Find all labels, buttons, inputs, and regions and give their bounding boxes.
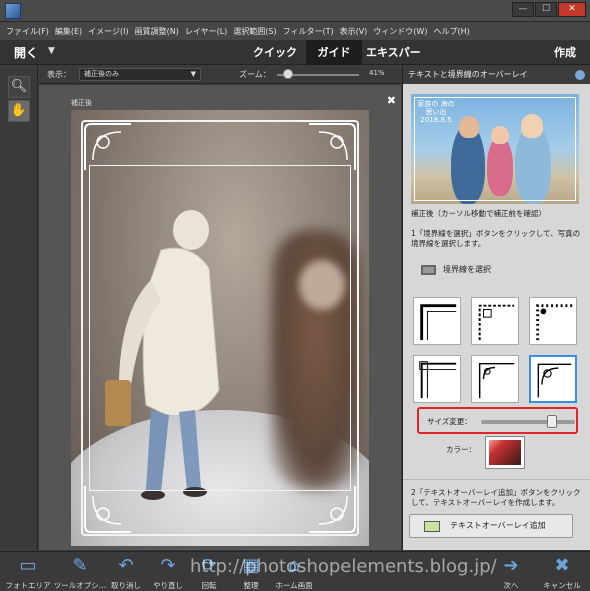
size-control-highlight: サイズ変更： [417,407,578,434]
color-label: カラー： [446,445,476,454]
canvas-area: 補正後 ✖ [39,85,401,550]
menu-window[interactable]: ウィンドウ(W) [373,26,427,37]
tool-strip: 🔍︎ ✋ [0,66,38,550]
zoom-label: ズーム： [239,70,271,79]
zoom-value: 41% [369,69,385,77]
title-bar: — ☐ ✕ [0,0,590,22]
border-select-icon[interactable] [421,265,436,275]
view-options-bar: 表示： 補正後のみ ▼ ズーム： 41% [39,66,401,84]
next-button[interactable]: ➔ 次へ [483,554,539,591]
app-logo-icon [5,3,21,19]
size-slider-knob[interactable] [547,415,557,428]
home-icon: ⌂ [288,555,300,576]
menu-layer[interactable]: レイヤー(L) [185,26,227,37]
create-button[interactable]: 作成 [554,44,576,60]
color-swatch-button[interactable] [485,436,525,469]
maximize-button[interactable]: ☐ [535,2,557,17]
border-option-4[interactable] [413,355,461,403]
menu-edit[interactable]: 編集(E) [55,26,82,37]
panel-divider [403,479,590,480]
corner-ornament-icon [81,120,135,174]
view-select-value: 補正後のみ [84,70,119,78]
menu-file[interactable]: ファイル(F) [6,26,49,37]
tab-quick[interactable]: クイック [244,40,306,65]
chevron-down-icon: ▼ [190,70,196,78]
help-icon[interactable] [575,70,585,80]
border-option-2[interactable] [471,297,519,345]
open-button[interactable]: 開く [14,44,38,61]
color-swatch-gradient [489,440,521,465]
corner-ornament-icon [81,482,135,536]
minimize-button[interactable]: — [512,2,534,17]
view-label: 表示： [47,70,71,79]
menu-help[interactable]: ヘルプ(H) [433,26,469,37]
size-label: サイズ変更： [427,417,472,426]
tab-guided[interactable]: ガイド [306,40,362,65]
border-select-label[interactable]: 境界線を選択 [443,264,491,275]
menu-filter[interactable]: フィルター(T) [283,26,334,37]
menu-image[interactable]: イメージ(I) [88,26,128,37]
add-text-overlay-label: テキストオーバーレイ追加 [450,521,546,530]
photo-canvas[interactable] [71,110,369,546]
close-window-button[interactable]: ✕ [558,2,586,17]
zoom-slider-knob[interactable] [283,69,293,79]
size-slider-track[interactable] [481,420,575,424]
next-arrow-icon: ➔ [503,555,519,576]
guided-panel: テキストと境界線のオーバーレイ 家族の 海の 思い出 2018.8.5 補正後（… [402,66,590,550]
mode-bar: 開く ▼ クイック ガイド エキスパート 作成 [0,40,590,84]
bottom-bar: ▭ フォトエリア ✎ ツールオプシ… ↶ 取り消し ↷ やり直し ⟳ 回転 ▦ 整理 ⌂ ホー… [0,551,590,591]
menu-view[interactable]: 表示(V) [340,26,368,37]
add-text-overlay-button[interactable]: テキストオーバーレイ追加 [409,514,573,538]
photo-bin-icon: ▭ [19,555,37,576]
panel-title: テキストと境界線のオーバーレイ [408,70,528,79]
menu-enhance[interactable]: 画質調整(N) [135,26,179,37]
border-option-3[interactable] [529,297,577,345]
view-select[interactable]: 補正後のみ ▼ [79,68,201,81]
photo-bin-button[interactable]: ▭ フォトエリア [0,554,56,591]
cancel-button[interactable]: ✖ キャンセル [534,554,590,591]
corner-ornament-icon [305,482,359,536]
cancel-icon: ✖ [554,555,570,576]
open-dropdown-icon[interactable]: ▼ [48,46,55,56]
preview-caption: 補正後（カーソル移動で補正前を確認） [411,209,546,218]
menu-select[interactable]: 選択範囲(S) [233,26,276,37]
hand-tool-icon[interactable]: ✋ [8,100,30,122]
step1-instructions: 1「境界線を選択」ボタンをクリックして、写真の境界線を選択します。 [411,229,581,248]
text-overlay-icon [424,521,440,532]
border-option-6[interactable] [529,355,577,403]
after-view-label: 補正後 [71,99,92,107]
border-frame-inner [89,165,351,491]
menu-bar: ファイル(F) 編集(E) イメージ(I) 画質調整(N) レイヤー(L) 選択… [0,22,590,40]
border-option-1[interactable] [413,297,461,345]
sample-preview-image[interactable]: 家族の 海の 思い出 2018.8.5 [411,94,579,204]
close-view-icon[interactable]: ✖ [387,94,396,107]
panel-header: テキストと境界線のオーバーレイ [403,66,590,84]
corner-ornament-icon [305,120,359,174]
home-screen-button[interactable]: ⌂ ホーム画面 [266,554,322,591]
border-option-5[interactable] [471,355,519,403]
step2-instructions: 2「テキストオーバーレイ追加」ボタンをクリックして、テキストオーバーレイを作成し… [411,488,581,507]
zoom-tool-icon[interactable]: 🔍︎ [8,76,30,98]
tab-expert[interactable]: エキスパート [362,40,422,84]
preview-stamp-text: 家族の 海の 思い出 2018.8.5 [417,100,455,124]
